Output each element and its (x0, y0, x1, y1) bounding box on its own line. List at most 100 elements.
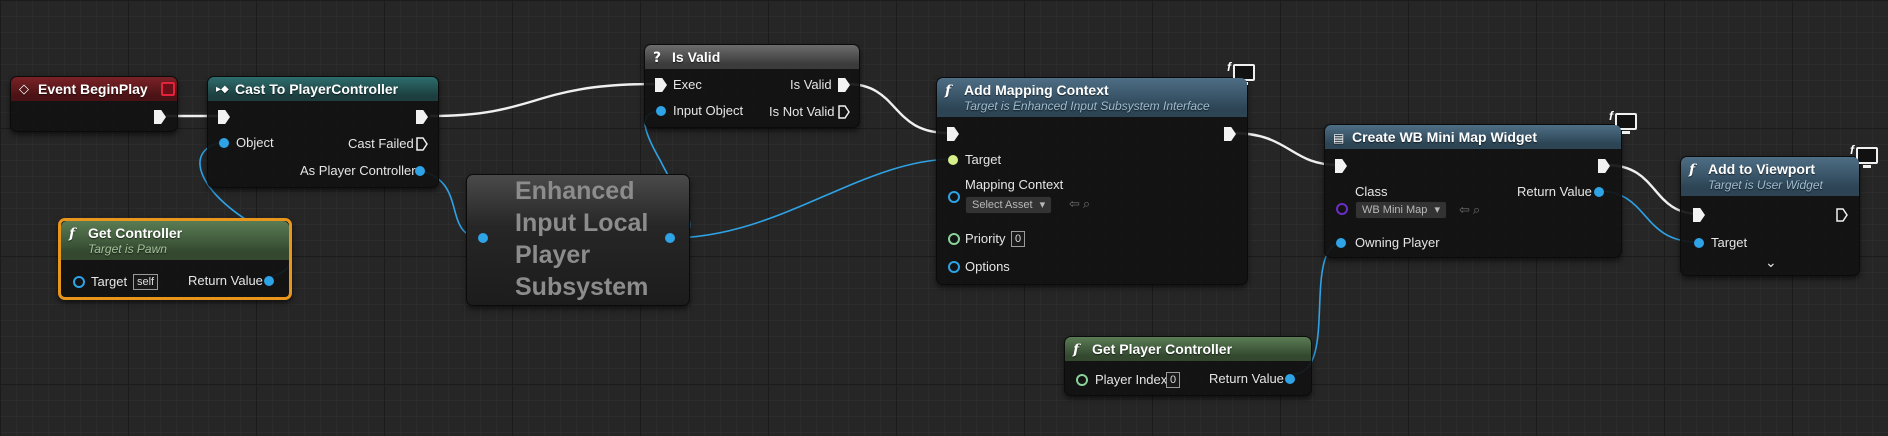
object-pin[interactable] (219, 138, 229, 148)
subsystem-input-pin[interactable] (478, 233, 488, 243)
browse-arrow-icon[interactable]: ⇦ (1459, 202, 1473, 217)
subsystem-title-line-4: Subsystem (515, 273, 649, 301)
add-mapping-context-node[interactable]: f f Add Mapping Context Target is Enhanc… (936, 60, 1255, 285)
node-title: Get Player Controller (1092, 341, 1233, 357)
event-begin-play-header[interactable]: ◇ Event BeginPlay (11, 77, 177, 101)
is-not-valid-exec-pin[interactable] (838, 105, 850, 119)
return-value-pin[interactable] (1594, 187, 1604, 197)
subsystem-title-line-3: Player (515, 241, 591, 269)
is-valid-exec-pin[interactable] (838, 78, 850, 92)
event-diamond-icon: ◇ (19, 82, 29, 97)
exec-out-pin[interactable] (154, 110, 166, 124)
node-subtitle: Target is Pawn (88, 242, 167, 256)
cast-to-player-controller-node[interactable]: ▸◆ Cast To PlayerController Object Cast … (207, 76, 439, 188)
subsystem-title-line-2: Input Local (515, 209, 649, 237)
exec-out-pin[interactable] (1224, 127, 1236, 141)
return-value-pin[interactable] (264, 276, 274, 286)
widget-icon: ▤ (1333, 131, 1345, 145)
options-label: Options (965, 259, 1010, 274)
enhanced-input-subsystem-node[interactable]: Enhanced Input Local Player Subsystem (466, 174, 690, 306)
node-title: Create WB Mini Map Widget (1352, 129, 1537, 145)
target-pin-label: Target (1711, 235, 1748, 250)
monitor-icon (1856, 147, 1878, 168)
exec-out-pin[interactable] (1836, 208, 1848, 222)
target-pin[interactable] (948, 155, 958, 165)
is-valid-header[interactable]: ? Is Valid (645, 45, 859, 69)
exec-in-pin[interactable] (1335, 159, 1347, 173)
options-pin[interactable] (948, 261, 960, 273)
is-not-valid-label: Is Not Valid (769, 104, 835, 119)
player-index-pin[interactable] (1076, 374, 1088, 386)
node-title: Event BeginPlay (38, 81, 148, 97)
target-pin[interactable] (1694, 238, 1704, 248)
player-index-label: Player Index (1095, 372, 1168, 387)
target-pin[interactable] (73, 276, 85, 288)
get-controller-header[interactable]: f Get Controller Target is Pawn (61, 221, 289, 260)
add-mapping-context-header[interactable]: f Add Mapping Context Target is Enhanced… (937, 78, 1247, 117)
event-begin-play-node[interactable]: ◇ Event BeginPlay (10, 76, 178, 132)
expand-chevron-icon[interactable]: ⌄ (1765, 254, 1777, 271)
function-icon: f (1689, 162, 1696, 178)
priority-field[interactable]: 0 (1011, 231, 1026, 247)
get-controller-node[interactable]: f Get Controller Target is Pawn Target s… (58, 218, 292, 300)
search-icon[interactable]: ⌕ (1473, 202, 1483, 217)
mapping-context-pin[interactable] (948, 191, 960, 203)
create-widget-header[interactable]: ▤ Create WB Mini Map Widget (1325, 125, 1621, 149)
mapping-context-label: Mapping Context (965, 177, 1064, 192)
node-title: Cast To PlayerController (235, 81, 399, 97)
subsystem-output-pin[interactable] (665, 233, 675, 243)
exec-in-pin[interactable] (947, 127, 959, 141)
node-title: Get Controller (88, 225, 183, 241)
add-to-viewport-header[interactable]: f Add to Viewport Target is User Widget (1681, 157, 1859, 196)
class-pin[interactable] (1336, 203, 1348, 215)
net-icon: f (1227, 60, 1231, 74)
target-pin-label: Target (965, 152, 1002, 167)
search-icon[interactable]: ⌕ (1083, 196, 1093, 211)
delegate-pin-icon[interactable] (161, 82, 175, 96)
input-object-pin[interactable] (656, 106, 666, 116)
exec-out-pin[interactable] (1598, 159, 1610, 173)
subsystem-title-line-1: Enhanced (515, 177, 635, 205)
chevron-down-icon: ▾ (1039, 199, 1046, 211)
class-label: Class (1355, 184, 1388, 199)
exec-out-pin[interactable] (416, 110, 428, 124)
asset-tools[interactable]: ⇦⌕ (1069, 196, 1093, 212)
cast-header[interactable]: ▸◆ Cast To PlayerController (208, 77, 438, 101)
node-title: Add to Viewport (1708, 161, 1816, 177)
get-player-controller-node[interactable]: f Get Player Controller Player Index 0 R… (1064, 336, 1312, 396)
class-tools[interactable]: ⇦⌕ (1459, 202, 1483, 218)
object-pin-label: Object (236, 135, 274, 150)
function-icon: f (1073, 342, 1080, 358)
priority-pin[interactable] (948, 233, 960, 245)
owning-player-pin[interactable] (1336, 238, 1346, 248)
browse-arrow-icon[interactable]: ⇦ (1069, 196, 1083, 211)
exec-in-pin[interactable] (655, 78, 667, 92)
as-player-controller-pin[interactable] (415, 166, 425, 176)
exec-in-pin[interactable] (218, 110, 230, 124)
return-value-label: Return Value (1209, 371, 1284, 386)
get-player-controller-header[interactable]: f Get Player Controller (1065, 337, 1311, 361)
data-wire-subsystem-target (669, 158, 954, 239)
create-widget-node[interactable]: f ▤ Create WB Mini Map Widget Class WB M… (1324, 109, 1637, 258)
cast-failed-exec-pin[interactable] (416, 137, 428, 151)
is-valid-pin-label: Is Valid (790, 77, 832, 92)
exec-in-pin[interactable] (1693, 208, 1705, 222)
input-object-label: Input Object (673, 103, 744, 118)
class-dropdown[interactable]: WB Mini Map ▾ (1355, 201, 1447, 219)
is-valid-node[interactable]: ? Is Valid Exec Is Valid Input Object Is… (644, 44, 860, 128)
net-icon: f (1850, 143, 1854, 157)
cast-failed-label: Cast Failed (348, 136, 414, 151)
owning-player-label: Owning Player (1355, 235, 1440, 250)
return-value-pin[interactable] (1285, 374, 1295, 384)
as-player-controller-label: As Player Controller (300, 163, 416, 178)
select-asset-dropdown[interactable]: Select Asset ▾ (965, 196, 1053, 214)
exec-wire-cast-isvalid (429, 82, 655, 118)
select-asset-value: Select Asset (972, 199, 1033, 211)
node-subtitle: Target is User Widget (1708, 178, 1823, 192)
add-to-viewport-node[interactable]: f f Add to Viewport Target is User Widge… (1680, 143, 1878, 276)
target-self-field[interactable]: self (133, 274, 159, 290)
target-pin-label: Target (91, 274, 128, 289)
chevron-down-icon: ▾ (1434, 204, 1440, 216)
player-index-field[interactable]: 0 (1166, 372, 1181, 388)
exec-pin-label: Exec (673, 77, 702, 92)
